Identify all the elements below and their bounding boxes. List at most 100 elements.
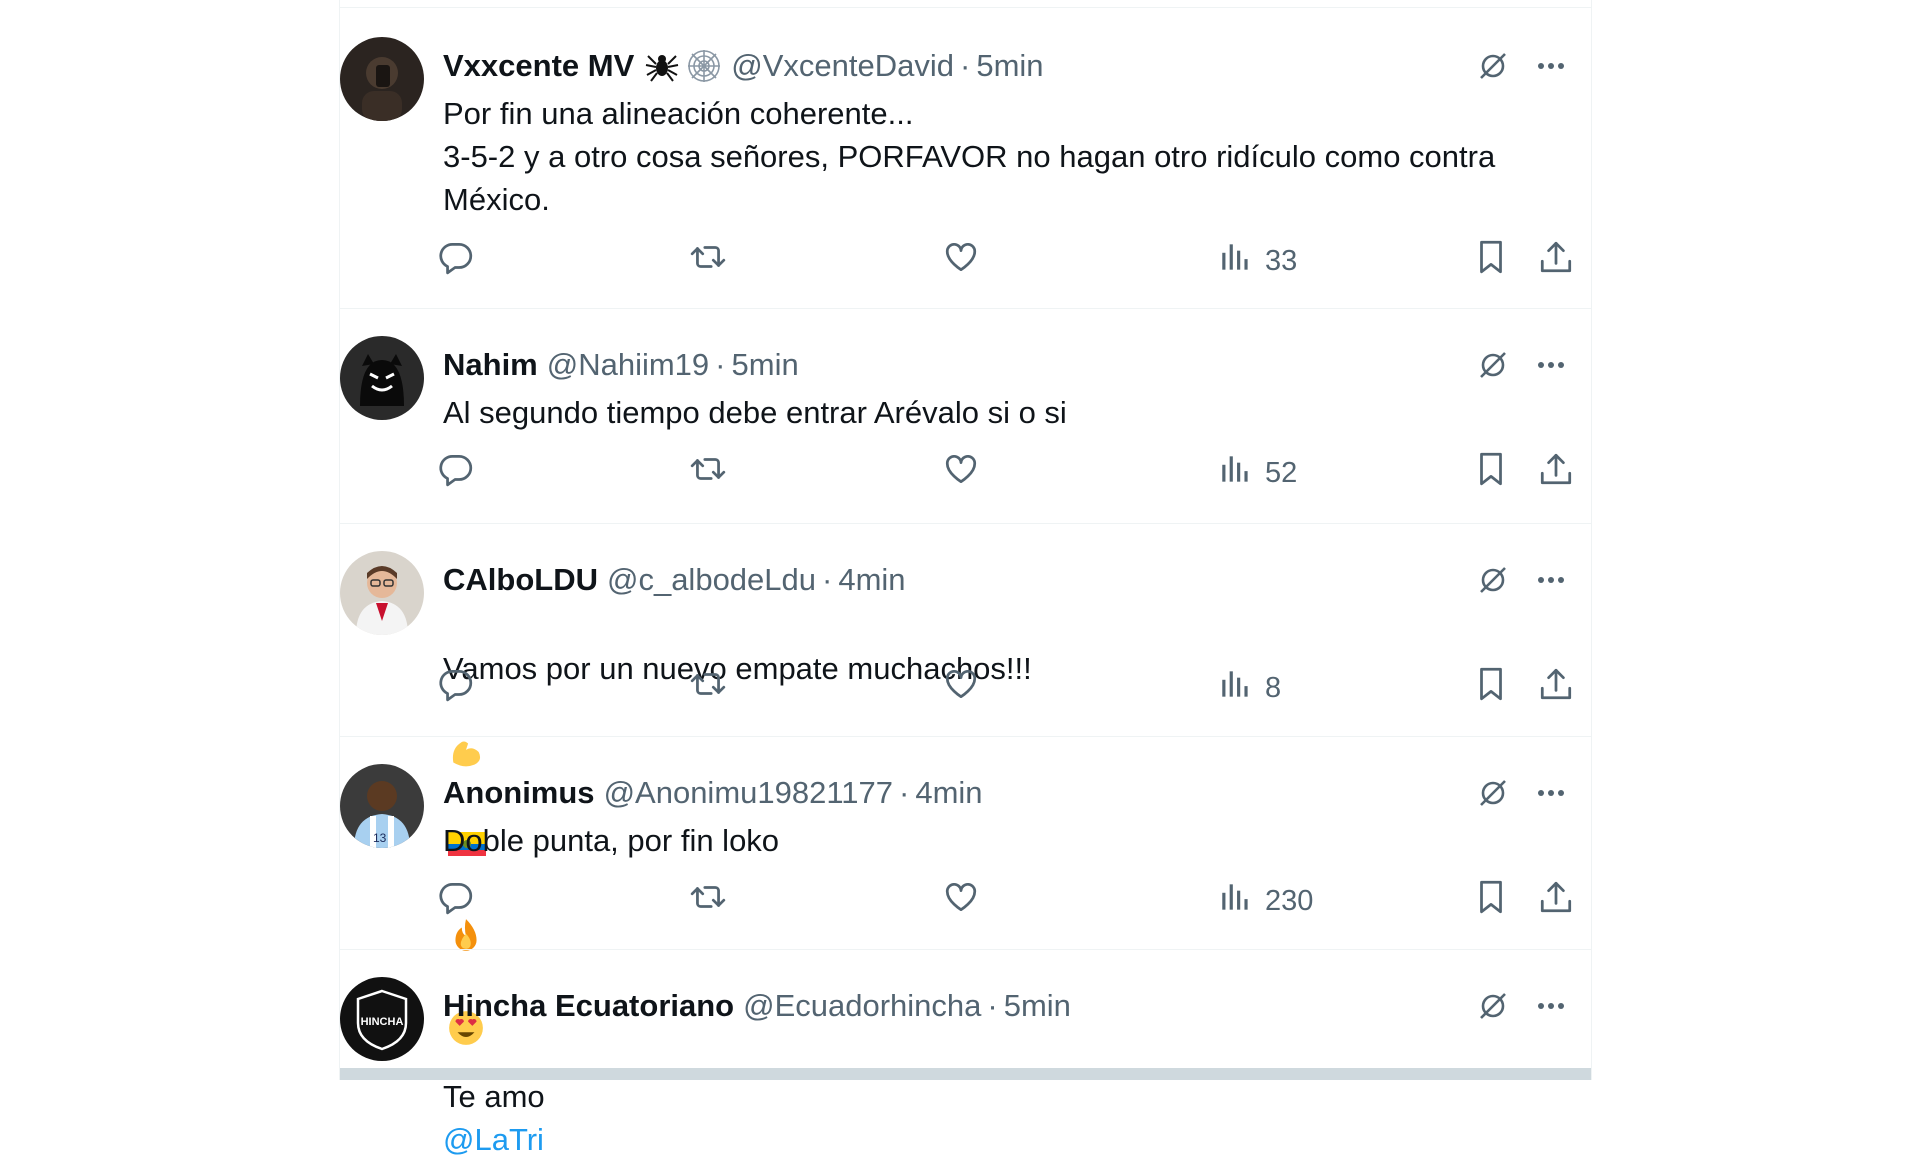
retweet-icon bbox=[689, 665, 727, 711]
grok-icon[interactable] bbox=[1475, 988, 1511, 1029]
more-options-icon[interactable] bbox=[1533, 775, 1569, 816]
timestamp[interactable]: 5min bbox=[1004, 986, 1071, 1026]
grok-icon[interactable] bbox=[1475, 347, 1511, 388]
bookmark-button[interactable] bbox=[1472, 666, 1510, 710]
avatar[interactable]: 13 bbox=[340, 764, 424, 848]
mention-link[interactable]: @LaTri bbox=[443, 1122, 544, 1157]
share-icon bbox=[1537, 665, 1575, 711]
more-options-icon[interactable] bbox=[1533, 562, 1569, 603]
tweet-text-content: Te amo bbox=[443, 1079, 545, 1114]
retweet-button[interactable] bbox=[689, 879, 727, 923]
avatar[interactable] bbox=[340, 37, 424, 121]
retweet-icon bbox=[689, 450, 727, 496]
user-handle[interactable]: @VxcenteDavid bbox=[731, 46, 954, 86]
views-button[interactable]: 230 bbox=[1217, 879, 1313, 923]
more-options-icon[interactable] bbox=[1533, 347, 1569, 388]
tweet-header: CAlboLDU @c_albodeLdu · 4min bbox=[443, 560, 906, 600]
timestamp[interactable]: 5min bbox=[732, 345, 799, 385]
tweet-header: Anonimus @Anonimu19821177 · 4min bbox=[443, 773, 983, 813]
user-handle[interactable]: @Anonimu19821177 bbox=[604, 773, 893, 813]
views-icon bbox=[1217, 665, 1255, 711]
bookmark-button[interactable] bbox=[1472, 451, 1510, 495]
avatar[interactable]: HINCHA bbox=[340, 977, 424, 1061]
tweet[interactable]: 13 Anonimus @Anonimu19821177 · 4min Dobl… bbox=[340, 737, 1591, 950]
heart-icon bbox=[942, 450, 980, 496]
heart-icon bbox=[942, 238, 980, 284]
bookmark-icon bbox=[1472, 665, 1510, 711]
timestamp[interactable]: 5min bbox=[976, 46, 1043, 86]
tweet-header: Hincha Ecuatoriano @Ecuadorhincha · 5min bbox=[443, 986, 1071, 1026]
user-handle[interactable]: @Ecuadorhincha bbox=[743, 986, 981, 1026]
separator: · bbox=[715, 347, 726, 382]
display-name[interactable]: Vxxcente MV bbox=[443, 46, 634, 86]
bookmark-icon bbox=[1472, 450, 1510, 496]
tweet[interactable]: HINCHA Hincha Ecuatoriano @Ecuadorhincha… bbox=[340, 950, 1591, 1157]
avatar[interactable] bbox=[340, 336, 424, 420]
reply-button[interactable] bbox=[437, 666, 475, 710]
share-button[interactable] bbox=[1537, 879, 1575, 923]
retweet-button[interactable] bbox=[689, 666, 727, 710]
display-name[interactable]: Hincha Ecuatoriano bbox=[443, 986, 734, 1026]
views-icon bbox=[1217, 878, 1255, 924]
like-button[interactable] bbox=[942, 879, 980, 923]
tweet[interactable]: Vxxcente MV @VxcenteDavid · 5min Por fin… bbox=[340, 8, 1591, 309]
tweet-actions: 33 bbox=[437, 239, 1572, 283]
like-button[interactable] bbox=[942, 451, 980, 495]
heart-icon bbox=[942, 665, 980, 711]
tweet[interactable]: Nahim @Nahiim19 · 5min Al segundo tiempo… bbox=[340, 309, 1591, 524]
separator: · bbox=[899, 775, 910, 810]
svg-text:13: 13 bbox=[373, 831, 387, 845]
avatar-text: HINCHA bbox=[361, 1016, 404, 1028]
views-button[interactable]: 52 bbox=[1217, 451, 1297, 495]
separator: · bbox=[987, 988, 998, 1023]
spiderweb-icon bbox=[686, 48, 722, 84]
share-icon bbox=[1537, 238, 1575, 284]
share-button[interactable] bbox=[1537, 239, 1575, 283]
retweet-button[interactable] bbox=[689, 451, 727, 495]
reply-button[interactable] bbox=[437, 239, 475, 283]
grok-icon[interactable] bbox=[1475, 562, 1511, 603]
heart-icon bbox=[942, 878, 980, 924]
like-button[interactable] bbox=[942, 239, 980, 283]
reply-icon bbox=[437, 450, 475, 496]
views-button[interactable]: 33 bbox=[1217, 239, 1297, 283]
bookmark-button[interactable] bbox=[1472, 239, 1510, 283]
grok-icon[interactable] bbox=[1475, 48, 1511, 89]
reply-button[interactable] bbox=[437, 879, 475, 923]
reply-button[interactable] bbox=[437, 451, 475, 495]
views-button[interactable]: 8 bbox=[1217, 666, 1281, 710]
views-count: 33 bbox=[1265, 244, 1298, 277]
spider-icon bbox=[644, 48, 680, 84]
share-button[interactable] bbox=[1537, 451, 1575, 495]
reply-icon bbox=[437, 665, 475, 711]
retweet-button[interactable] bbox=[689, 239, 727, 283]
reply-icon bbox=[437, 878, 475, 924]
grok-icon[interactable] bbox=[1475, 775, 1511, 816]
more-options-icon[interactable] bbox=[1533, 48, 1569, 89]
timestamp[interactable]: 4min bbox=[915, 773, 982, 813]
share-button[interactable] bbox=[1537, 666, 1575, 710]
user-handle[interactable]: @Nahiim19 bbox=[547, 345, 709, 385]
tweet-actions: 230 bbox=[437, 879, 1572, 923]
views-count: 230 bbox=[1265, 884, 1314, 917]
like-button[interactable] bbox=[942, 666, 980, 710]
tweet-text: Por fin una alineación coherente... 3-5-… bbox=[443, 96, 1496, 217]
tweet-actions: 52 bbox=[437, 451, 1572, 495]
display-name[interactable]: Anonimus bbox=[443, 773, 595, 813]
timestamp[interactable]: 4min bbox=[838, 560, 905, 600]
views-count: 8 bbox=[1265, 671, 1282, 704]
display-name[interactable]: Nahim bbox=[443, 345, 538, 385]
display-name[interactable]: CAlboLDU bbox=[443, 560, 598, 600]
reply-icon bbox=[437, 238, 475, 284]
horizontal-scrollbar[interactable] bbox=[340, 1068, 1591, 1080]
tweet[interactable]: CAlboLDU @c_albodeLdu · 4min Vamos por u… bbox=[340, 524, 1591, 1045]
more-options-icon[interactable] bbox=[1533, 988, 1569, 1029]
tweet-header: Vxxcente MV @VxcenteDavid · 5min bbox=[443, 46, 1044, 86]
tweet-text: Doble punta, por fin loko bbox=[443, 823, 780, 858]
retweet-icon bbox=[689, 878, 727, 924]
views-count: 52 bbox=[1265, 456, 1298, 489]
share-icon bbox=[1537, 878, 1575, 924]
avatar[interactable] bbox=[340, 551, 424, 635]
user-handle[interactable]: @c_albodeLdu bbox=[607, 560, 816, 600]
bookmark-button[interactable] bbox=[1472, 879, 1510, 923]
